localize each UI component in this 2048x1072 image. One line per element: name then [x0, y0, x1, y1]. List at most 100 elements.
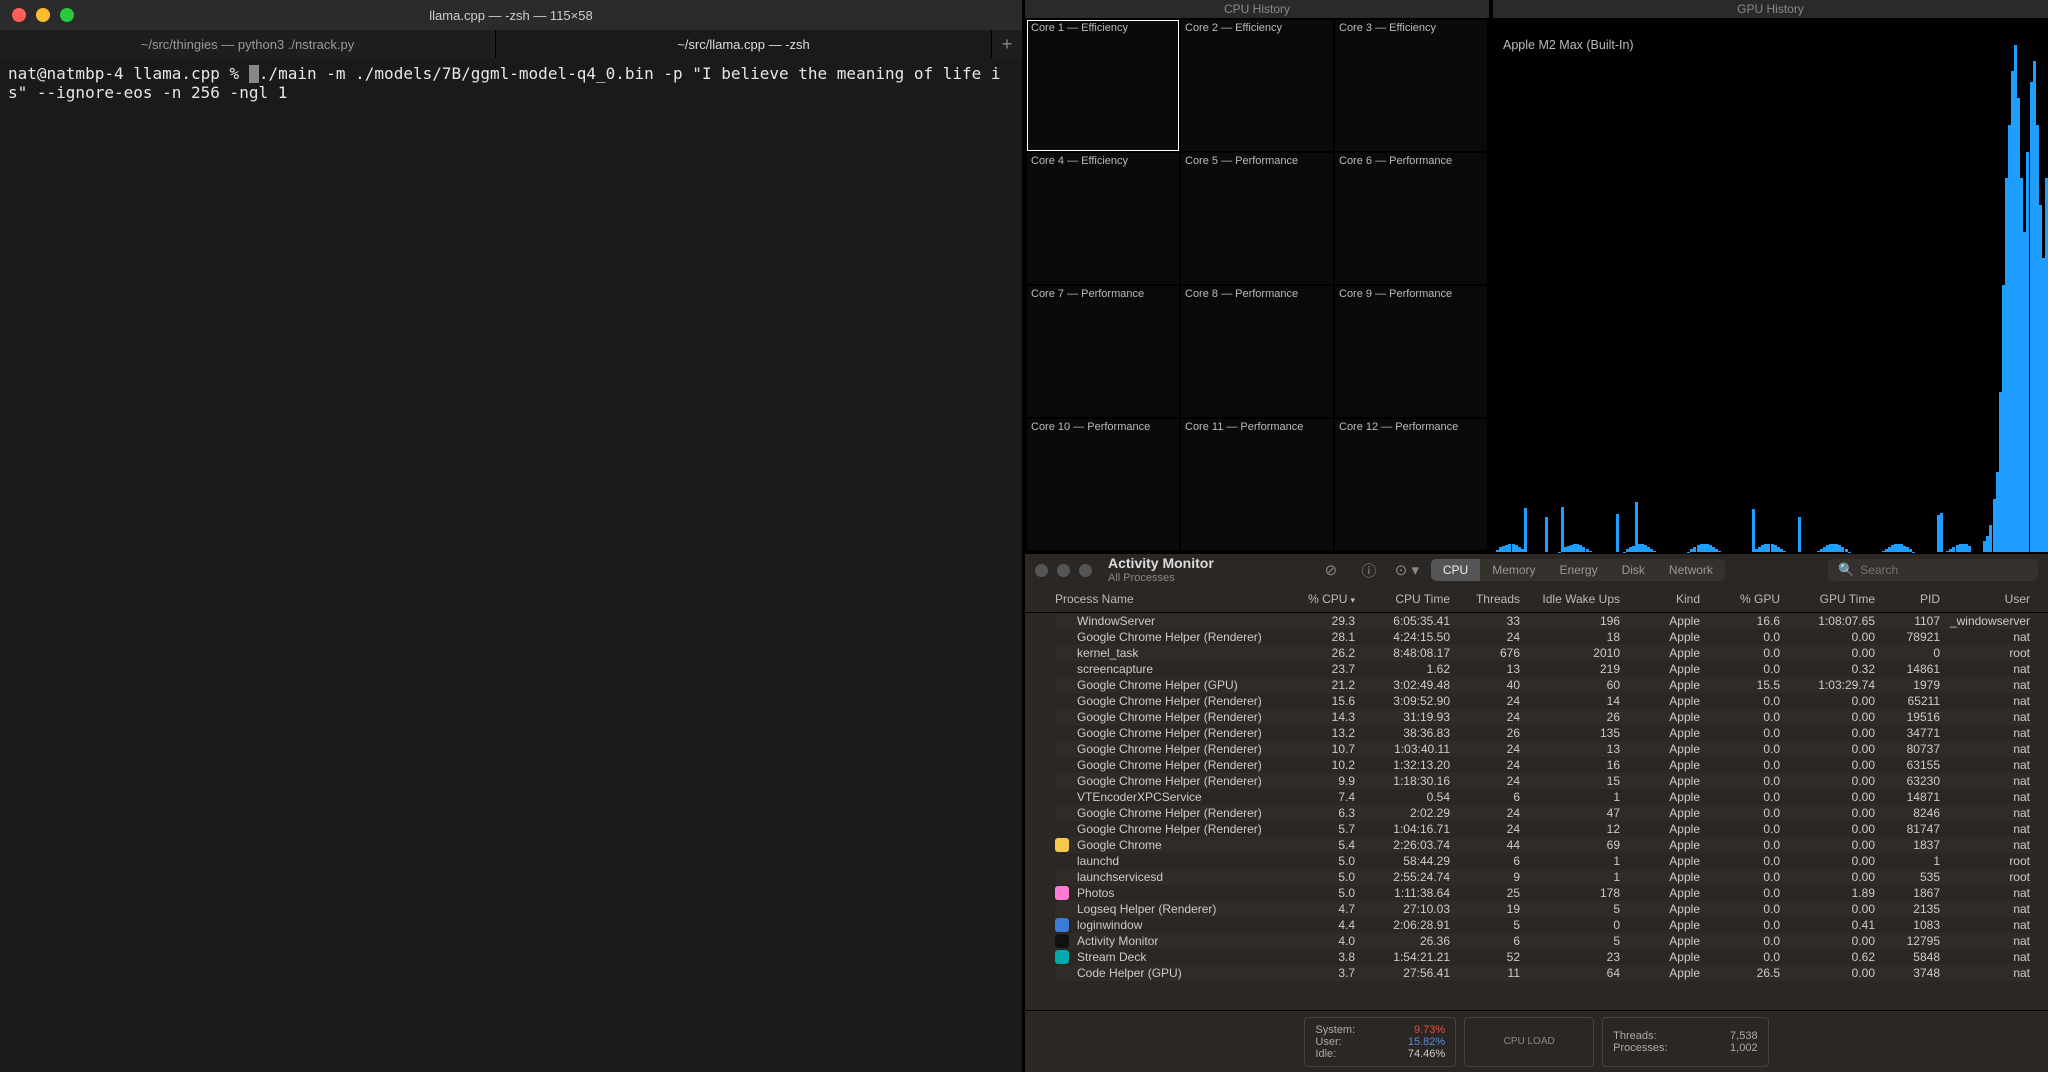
- table-row[interactable]: Photos5.01:11:38.6425178Apple0.01.891867…: [1055, 885, 2030, 901]
- table-row[interactable]: screencapture23.71.6213219Apple0.00.3214…: [1055, 661, 2030, 677]
- cell: 19516: [1875, 710, 1940, 724]
- gpu-history-titlebar[interactable]: GPU History: [1493, 0, 2048, 18]
- table-row[interactable]: Google Chrome Helper (Renderer)9.91:18:3…: [1055, 773, 2030, 789]
- column-header[interactable]: % GPU: [1700, 592, 1780, 606]
- close-icon[interactable]: [1035, 564, 1048, 577]
- core-chart: [1335, 20, 1487, 151]
- terminal-body[interactable]: nat@natmbp-4 llama.cpp % ./main -m ./mod…: [0, 58, 1022, 1072]
- am-tab-network[interactable]: Network: [1657, 559, 1725, 581]
- table-row[interactable]: Google Chrome Helper (GPU)21.23:02:49.48…: [1055, 677, 2030, 693]
- table-row[interactable]: launchservicesd5.02:55:24.7491Apple0.00.…: [1055, 869, 2030, 885]
- gpu-history-title: GPU History: [1737, 2, 1804, 16]
- minimize-icon[interactable]: [1057, 564, 1070, 577]
- table-row[interactable]: Logseq Helper (Renderer)4.727:10.03195Ap…: [1055, 901, 2030, 917]
- cell: 0.0: [1700, 694, 1780, 708]
- am-search-input[interactable]: [1860, 563, 2028, 577]
- core-tile[interactable]: Core 6 — Performance: [1335, 153, 1487, 284]
- table-row[interactable]: Google Chrome Helper (Renderer)5.71:04:1…: [1055, 821, 2030, 837]
- table-row[interactable]: Code Helper (GPU)3.727:56.411164Apple26.…: [1055, 965, 2030, 981]
- info-button[interactable]: ⓘ: [1355, 559, 1383, 581]
- maximize-icon[interactable]: [60, 8, 74, 22]
- cell: Apple: [1620, 758, 1700, 772]
- close-icon[interactable]: [12, 8, 26, 22]
- column-header[interactable]: Idle Wake Ups: [1520, 592, 1620, 606]
- core-tile[interactable]: Core 8 — Performance: [1181, 286, 1333, 417]
- table-row[interactable]: Google Chrome Helper (Renderer)10.21:32:…: [1055, 757, 2030, 773]
- column-header[interactable]: User: [1940, 592, 2030, 606]
- stop-process-button[interactable]: ⊘: [1317, 559, 1345, 581]
- cell: 2:06:28.91: [1355, 918, 1450, 932]
- cell: 24: [1450, 774, 1520, 788]
- cell: 0.00: [1780, 822, 1875, 836]
- core-tile[interactable]: Core 7 — Performance: [1027, 286, 1179, 417]
- cpu-history-titlebar[interactable]: CPU History: [1025, 0, 1489, 18]
- cell: 1:18:30.16: [1355, 774, 1450, 788]
- core-tile[interactable]: Core 3 — Efficiency: [1335, 20, 1487, 151]
- table-row[interactable]: launchd5.058:44.2961Apple0.00.001root: [1055, 853, 2030, 869]
- table-row[interactable]: Google Chrome Helper (Renderer)6.32:02.2…: [1055, 805, 2030, 821]
- core-tile[interactable]: Core 9 — Performance: [1335, 286, 1487, 417]
- maximize-icon[interactable]: [1079, 564, 1092, 577]
- cell: 47: [1520, 806, 1620, 820]
- terminal-tab[interactable]: ~/src/llama.cpp — -zsh: [496, 30, 992, 58]
- am-tab-energy[interactable]: Energy: [1548, 559, 1610, 581]
- cell: 27:56.41: [1355, 966, 1450, 980]
- column-header[interactable]: CPU Time: [1355, 592, 1450, 606]
- table-row[interactable]: Google Chrome Helper (Renderer)15.63:09:…: [1055, 693, 2030, 709]
- core-tile[interactable]: Core 2 — Efficiency: [1181, 20, 1333, 151]
- column-header[interactable]: Kind: [1620, 592, 1700, 606]
- app-icon: [1055, 838, 1069, 852]
- table-row[interactable]: Stream Deck3.81:54:21.215223Apple0.00.62…: [1055, 949, 2030, 965]
- cell: 3.7: [1285, 966, 1355, 980]
- search-icon: 🔍: [1838, 562, 1854, 578]
- am-tab-disk[interactable]: Disk: [1610, 559, 1657, 581]
- core-tile[interactable]: Core 1 — Efficiency: [1027, 20, 1179, 151]
- cell: 16.6: [1700, 614, 1780, 628]
- cell: 63230: [1875, 774, 1940, 788]
- core-chart: [1027, 153, 1179, 284]
- column-header[interactable]: GPU Time: [1780, 592, 1875, 606]
- cell: 4:24:15.50: [1355, 630, 1450, 644]
- table-row[interactable]: WindowServer29.36:05:35.4133196Apple16.6…: [1055, 613, 2030, 629]
- minimize-icon[interactable]: [36, 8, 50, 22]
- am-tab-cpu[interactable]: CPU: [1431, 559, 1480, 581]
- am-table-header[interactable]: Process Name% CPU▾CPU TimeThreadsIdle Wa…: [1025, 586, 2048, 613]
- settings-menu-button[interactable]: ⊙ ▾: [1393, 559, 1421, 581]
- table-row[interactable]: kernel_task26.28:48:08.176762010Apple0.0…: [1055, 645, 2030, 661]
- cell: 14: [1520, 694, 1620, 708]
- table-row[interactable]: Google Chrome5.42:26:03.744469Apple0.00.…: [1055, 837, 2030, 853]
- am-tab-segmented: CPUMemoryEnergyDiskNetwork: [1431, 559, 1725, 581]
- table-row[interactable]: Google Chrome Helper (Renderer)10.71:03:…: [1055, 741, 2030, 757]
- column-header[interactable]: Process Name: [1055, 592, 1285, 606]
- am-search[interactable]: 🔍: [1828, 559, 2038, 581]
- new-tab-button[interactable]: +: [992, 30, 1022, 58]
- table-row[interactable]: Google Chrome Helper (Renderer)14.331:19…: [1055, 709, 2030, 725]
- cell: 5: [1450, 918, 1520, 932]
- core-chart: [1181, 153, 1333, 284]
- core-label: Core 8 — Performance: [1185, 288, 1298, 300]
- table-row[interactable]: Activity Monitor4.026.3665Apple0.00.0012…: [1055, 933, 2030, 949]
- terminal-titlebar[interactable]: llama.cpp — -zsh — 115×58: [0, 0, 1022, 30]
- core-tile[interactable]: Core 10 — Performance: [1027, 419, 1179, 550]
- am-tab-memory[interactable]: Memory: [1480, 559, 1547, 581]
- column-header[interactable]: PID: [1875, 592, 1940, 606]
- core-tile[interactable]: Core 5 — Performance: [1181, 153, 1333, 284]
- cell: Apple: [1620, 934, 1700, 948]
- cell: Apple: [1620, 774, 1700, 788]
- table-row[interactable]: Google Chrome Helper (Renderer)28.14:24:…: [1055, 629, 2030, 645]
- table-row[interactable]: VTEncoderXPCService7.40.5461Apple0.00.00…: [1055, 789, 2030, 805]
- column-header[interactable]: % CPU▾: [1285, 592, 1355, 606]
- terminal-tab[interactable]: ~/src/thingies — python3 ./nstrack.py: [0, 30, 496, 58]
- cell: 0.00: [1780, 774, 1875, 788]
- core-tile[interactable]: Core 12 — Performance: [1335, 419, 1487, 550]
- cell: 0.0: [1700, 758, 1780, 772]
- am-table-body[interactable]: WindowServer29.36:05:35.4133196Apple16.6…: [1025, 613, 2048, 1010]
- table-row[interactable]: Google Chrome Helper (Renderer)13.238:36…: [1055, 725, 2030, 741]
- core-tile[interactable]: Core 11 — Performance: [1181, 419, 1333, 550]
- table-row[interactable]: loginwindow4.42:06:28.9150Apple0.00.4110…: [1055, 917, 2030, 933]
- cell: 29.3: [1285, 614, 1355, 628]
- core-tile[interactable]: Core 4 — Efficiency: [1027, 153, 1179, 284]
- cell: nat: [1940, 822, 2030, 836]
- cell: nat: [1940, 934, 2030, 948]
- column-header[interactable]: Threads: [1450, 592, 1520, 606]
